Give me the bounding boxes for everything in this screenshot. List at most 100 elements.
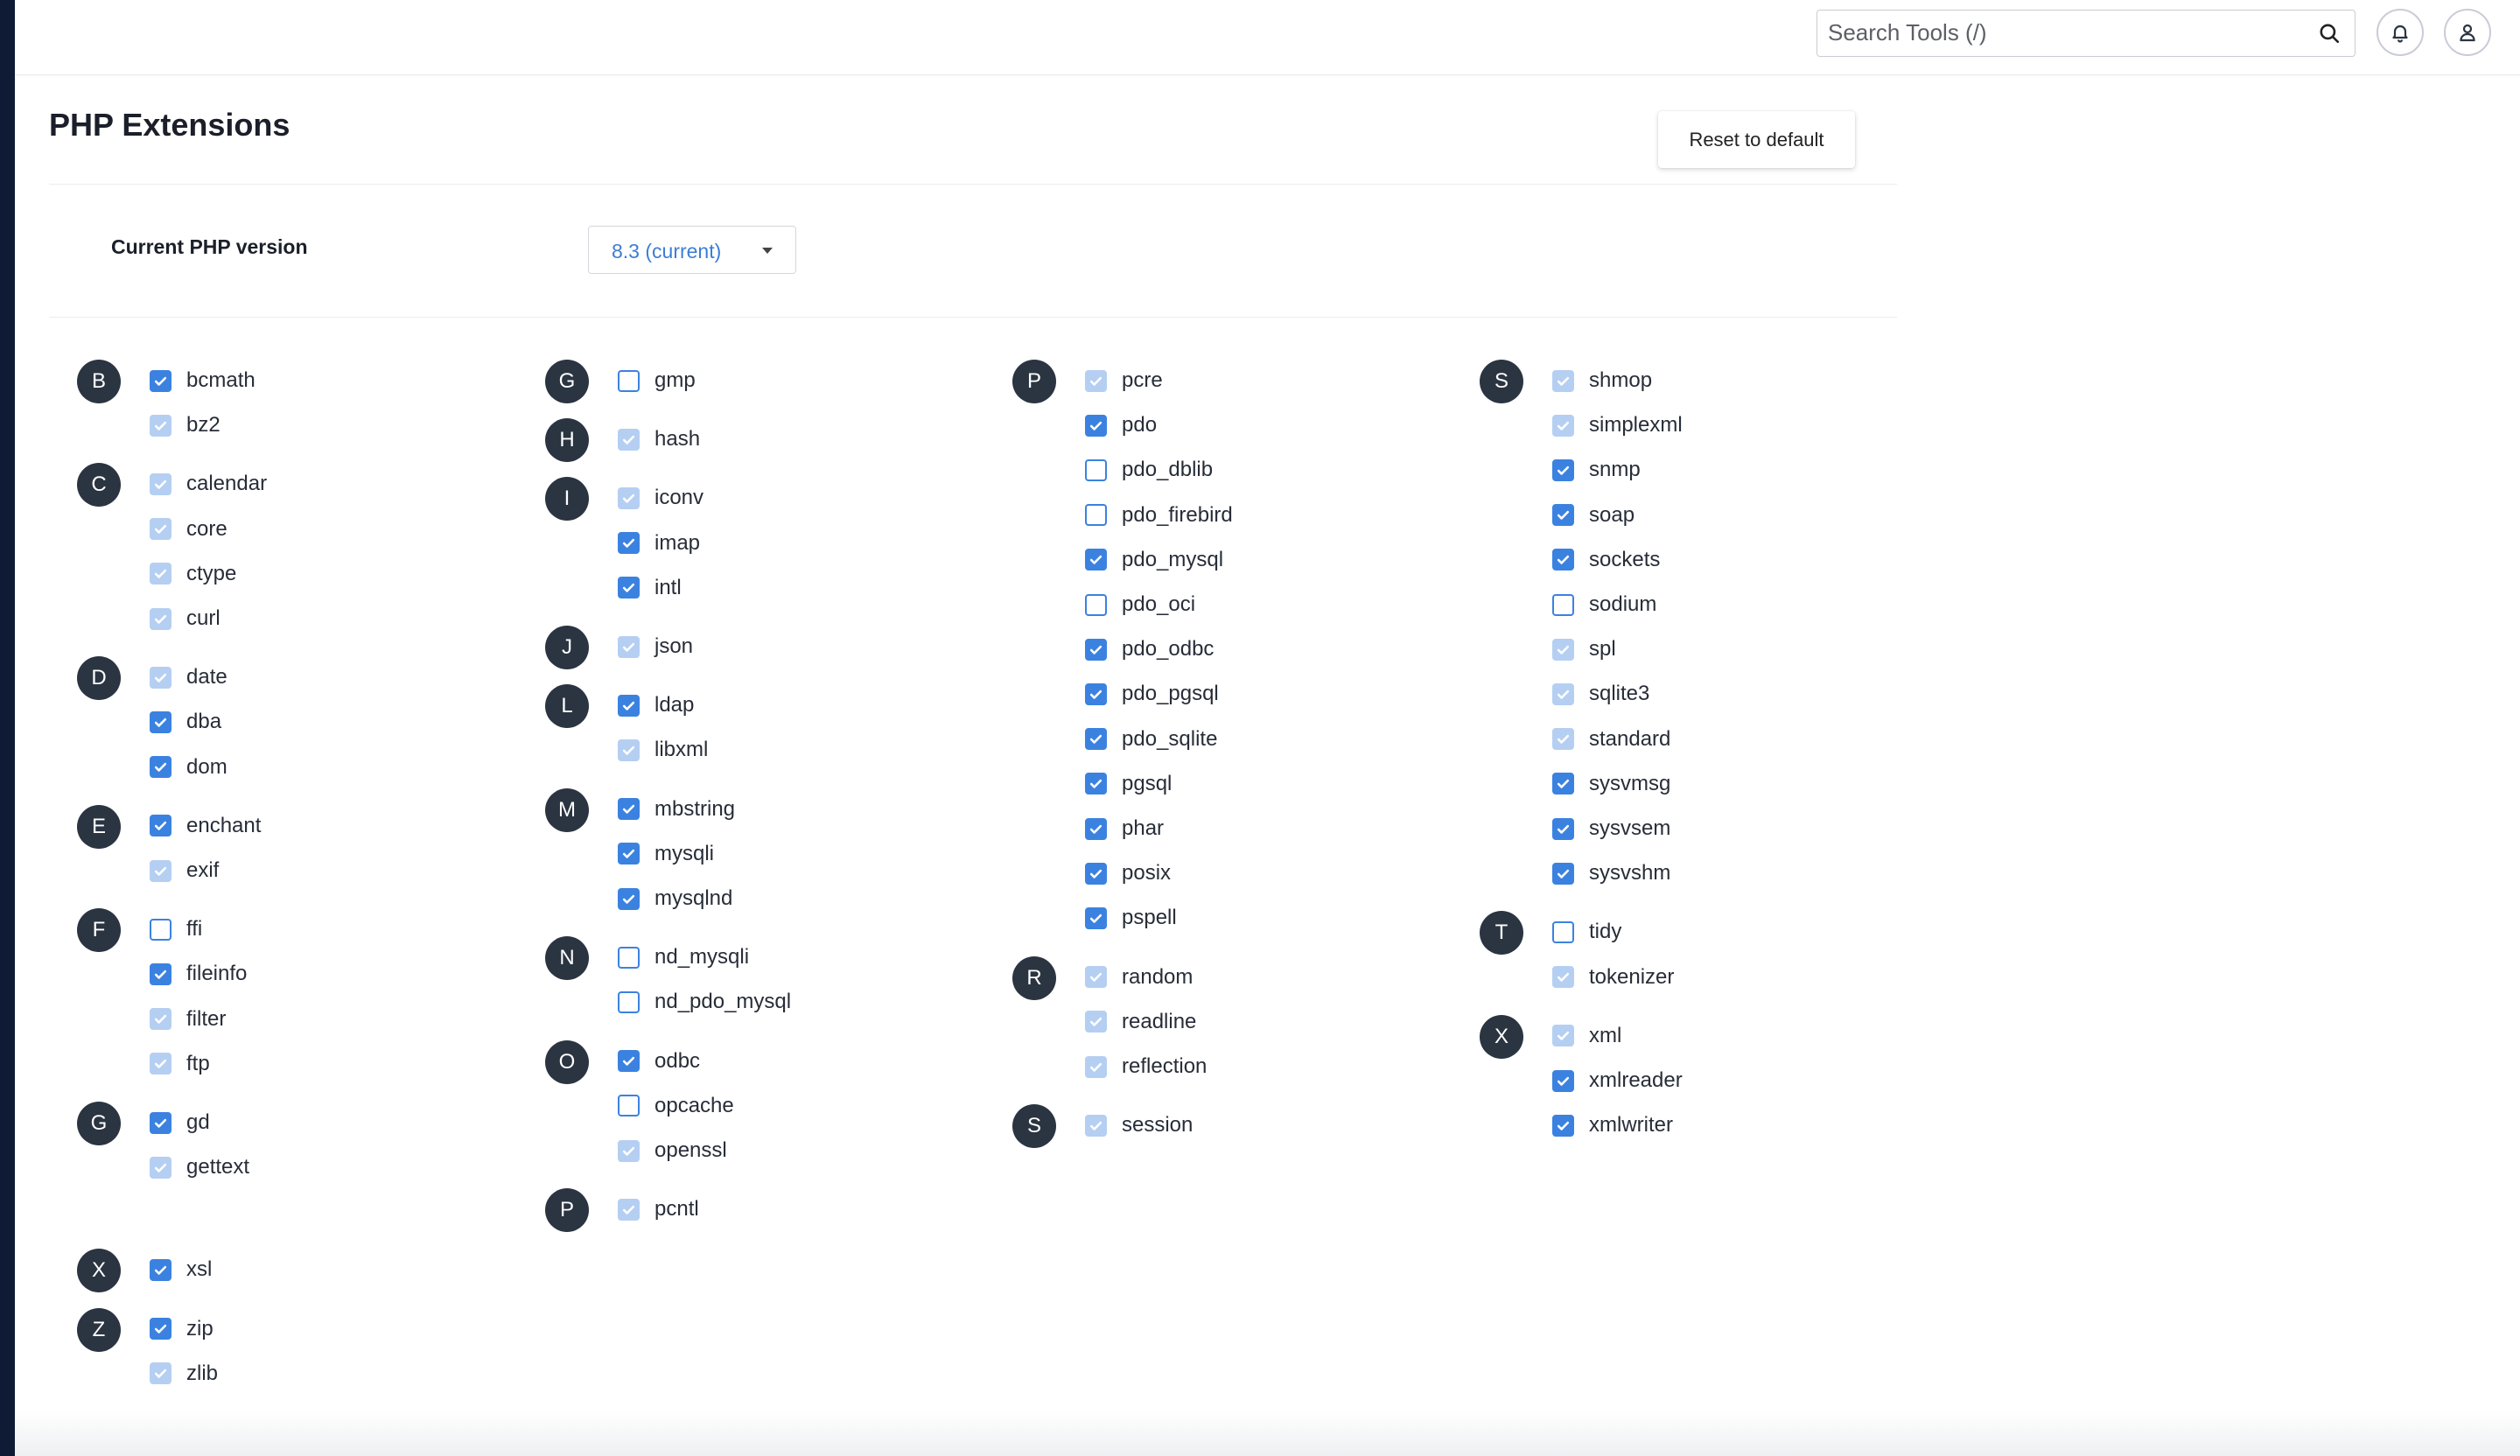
checkbox-phar[interactable]	[1085, 817, 1107, 840]
extension-soap[interactable]: soap	[1552, 500, 1634, 530]
extension-pdo-dblib[interactable]: pdo_dblib	[1085, 455, 1213, 485]
checkbox-filter	[150, 1008, 172, 1031]
checkbox-gmp[interactable]	[618, 369, 640, 392]
checkbox-sockets[interactable]	[1552, 549, 1574, 571]
checkbox-nd-mysqli[interactable]	[618, 946, 640, 969]
checkbox-xmlwriter[interactable]	[1552, 1114, 1574, 1137]
checkbox-pspell[interactable]	[1085, 906, 1107, 929]
extension-pdo-sqlite[interactable]: pdo_sqlite	[1085, 724, 1217, 754]
extension-sodium[interactable]: sodium	[1552, 590, 1656, 620]
extension-label: sodium	[1589, 592, 1657, 616]
checkbox-tidy[interactable]	[1552, 920, 1574, 943]
search-input[interactable]	[1828, 10, 2300, 55]
checkbox-date	[150, 666, 172, 689]
letter-badge-n: N	[545, 936, 589, 981]
checkbox-pgsql[interactable]	[1085, 773, 1107, 795]
extension-label: mbstring	[654, 796, 736, 821]
checkbox-nd-pdo-mysql[interactable]	[618, 990, 640, 1013]
checkbox-sysvmsg[interactable]	[1552, 773, 1574, 795]
checkbox-dba[interactable]	[150, 710, 172, 733]
checkbox-imap[interactable]	[618, 532, 640, 555]
checkbox-pdo-dblib[interactable]	[1085, 458, 1107, 481]
checkbox-intl[interactable]	[618, 577, 640, 599]
checkbox-iconv	[618, 486, 640, 509]
checkbox-sysvshm[interactable]	[1552, 862, 1574, 885]
checkbox-sodium[interactable]	[1552, 593, 1574, 616]
extension-bcmath[interactable]: bcmath	[150, 366, 256, 396]
extension-pdo-pgsql[interactable]: pdo_pgsql	[1085, 679, 1219, 709]
extension-pdo-odbc[interactable]: pdo_odbc	[1085, 634, 1214, 664]
extension-tidy[interactable]: tidy	[1552, 917, 1621, 947]
extension-xmlwriter[interactable]: xmlwriter	[1552, 1110, 1673, 1140]
extension-dba[interactable]: dba	[150, 707, 221, 737]
extension-xsl[interactable]: xsl	[150, 1255, 212, 1284]
checkbox-pdo-pgsql[interactable]	[1085, 682, 1107, 705]
page-title: PHP Extensions	[49, 107, 290, 143]
extension-ffi[interactable]: ffi	[150, 914, 202, 944]
checkbox-zip[interactable]	[150, 1318, 172, 1340]
extension-fileinfo[interactable]: fileinfo	[150, 959, 247, 989]
extension-imap[interactable]: imap	[618, 528, 700, 558]
extension-gd[interactable]: gd	[150, 1108, 210, 1138]
checkbox-ldap[interactable]	[618, 694, 640, 717]
extension-ldap[interactable]: ldap	[618, 690, 694, 720]
extension-sysvsem[interactable]: sysvsem	[1552, 814, 1670, 844]
extension-phar[interactable]: phar	[1085, 814, 1164, 844]
extension-zip[interactable]: zip	[150, 1314, 214, 1344]
checkbox-pdo-odbc[interactable]	[1085, 638, 1107, 661]
checkbox-snmp[interactable]	[1552, 458, 1574, 481]
checkbox-pdo[interactable]	[1085, 414, 1107, 437]
extension-snmp[interactable]: snmp	[1552, 455, 1641, 485]
user-menu-button[interactable]	[2444, 9, 2491, 56]
checkbox-pdo-firebird[interactable]	[1085, 504, 1107, 527]
checkbox-xmlreader[interactable]	[1552, 1069, 1574, 1092]
extension-sysvshm[interactable]: sysvshm	[1552, 858, 1670, 888]
extension-mbstring[interactable]: mbstring	[618, 794, 735, 824]
php-version-select[interactable]: 8.3 (current)	[588, 226, 796, 274]
checkbox-soap[interactable]	[1552, 504, 1574, 527]
extension-pgsql[interactable]: pgsql	[1085, 769, 1172, 799]
checkbox-enchant[interactable]	[150, 815, 172, 837]
extension-nd-mysqli[interactable]: nd_mysqli	[618, 942, 749, 972]
extension-dom[interactable]: dom	[150, 752, 228, 782]
extension-pdo-oci[interactable]: pdo_oci	[1085, 590, 1195, 620]
extension-posix[interactable]: posix	[1085, 858, 1171, 888]
checkbox-posix[interactable]	[1085, 862, 1107, 885]
checkbox-odbc[interactable]	[618, 1050, 640, 1073]
reset-to-default-button[interactable]: Reset to default	[1658, 111, 1855, 168]
checkbox-mysqlnd[interactable]	[618, 887, 640, 910]
checkbox-xsl[interactable]	[150, 1258, 172, 1281]
checkbox-pdo-sqlite[interactable]	[1085, 728, 1107, 751]
checkbox-gd[interactable]	[150, 1111, 172, 1134]
extension-label: snmp	[1589, 458, 1641, 482]
extension-opcache[interactable]: opcache	[618, 1091, 734, 1121]
extension-sysvmsg[interactable]: sysvmsg	[1552, 769, 1670, 799]
extension-gmp[interactable]: gmp	[618, 366, 696, 396]
extension-enchant[interactable]: enchant	[150, 811, 261, 841]
extension-pdo-firebird[interactable]: pdo_firebird	[1085, 500, 1233, 530]
checkbox-pdo-oci[interactable]	[1085, 593, 1107, 616]
extension-pdo[interactable]: pdo	[1085, 410, 1157, 440]
extension-sockets[interactable]: sockets	[1552, 545, 1660, 575]
checkbox-opcache[interactable]	[618, 1095, 640, 1117]
extension-odbc[interactable]: odbc	[618, 1046, 700, 1076]
extension-pspell[interactable]: pspell	[1085, 903, 1177, 933]
search-box[interactable]	[1816, 10, 2356, 57]
checkbox-mysqli[interactable]	[618, 843, 640, 865]
extension-mysqlnd[interactable]: mysqlnd	[618, 884, 732, 914]
checkbox-fileinfo[interactable]	[150, 962, 172, 985]
extension-mysqli[interactable]: mysqli	[618, 839, 714, 869]
extension-pdo-mysql[interactable]: pdo_mysql	[1085, 545, 1223, 575]
extension-xmlreader[interactable]: xmlreader	[1552, 1066, 1683, 1096]
extension-nd-pdo-mysql[interactable]: nd_pdo_mysql	[618, 987, 791, 1017]
checkbox-dom[interactable]	[150, 756, 172, 779]
checkbox-pdo-mysql[interactable]	[1085, 549, 1107, 571]
checkbox-bcmath[interactable]	[150, 369, 172, 392]
checkbox-mbstring[interactable]	[618, 798, 640, 821]
checkbox-ffi[interactable]	[150, 918, 172, 941]
notifications-button[interactable]	[2376, 9, 2424, 56]
extension-label: spl	[1589, 637, 1616, 662]
search-icon[interactable]	[2318, 22, 2341, 45]
extension-intl[interactable]: intl	[618, 573, 682, 603]
checkbox-sysvsem[interactable]	[1552, 817, 1574, 840]
